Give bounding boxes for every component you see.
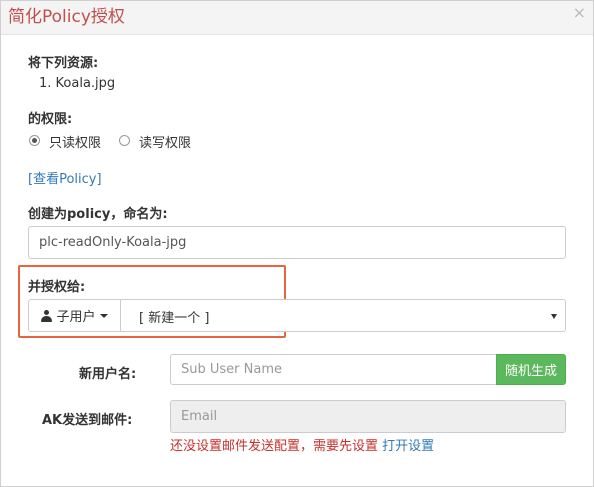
dialog-title: 简化Policy授权 xyxy=(8,7,125,27)
readwrite-radio[interactable] xyxy=(119,135,130,146)
user-type-label: 子用户 xyxy=(56,310,96,325)
ak-email-input xyxy=(170,400,566,433)
email-config-warning: 还没设置邮件发送配置，需要先设置 打开设置 xyxy=(170,435,434,454)
policy-name-label: 创建为policy，命名为: xyxy=(28,207,168,222)
select-arrow-icon[interactable] xyxy=(551,314,557,319)
resource-item: 1. Koala.jpg xyxy=(39,76,116,91)
user-type-dropdown[interactable]: 子用户 xyxy=(29,300,121,331)
grant-select-group[interactable]: 子用户 [ 新建一个 ] xyxy=(28,299,566,332)
permission-label: 的权限: xyxy=(28,112,73,127)
grant-target-select[interactable]: [ 新建一个 ] xyxy=(139,307,209,326)
ak-email-label: AK发送到邮件: xyxy=(42,413,133,428)
user-icon xyxy=(41,309,53,322)
policy-name-input[interactable] xyxy=(28,226,566,259)
new-user-input[interactable] xyxy=(170,354,497,385)
caret-down-icon xyxy=(99,313,108,318)
close-icon[interactable]: × xyxy=(573,4,586,22)
new-user-label: 新用户名: xyxy=(79,367,137,382)
readonly-radio[interactable] xyxy=(29,135,40,146)
resources-label: 将下列资源: xyxy=(28,56,99,71)
policy-dialog: 简化Policy授权 × 将下列资源: 1. Koala.jpg 的权限: 只读… xyxy=(0,0,594,487)
random-generate-button[interactable]: 随机生成 xyxy=(496,354,566,385)
readwrite-radio-label[interactable]: 读写权限 xyxy=(139,132,191,151)
readonly-radio-label[interactable]: 只读权限 xyxy=(49,132,101,151)
dialog-header: 简化Policy授权 × xyxy=(1,1,593,35)
open-settings-link[interactable]: 打开设置 xyxy=(382,439,434,454)
view-policy-link[interactable]: [查看Policy] xyxy=(28,168,102,187)
grant-label: 并授权给: xyxy=(28,280,86,295)
email-config-warning-text: 还没设置邮件发送配置，需要先设置 xyxy=(170,439,379,454)
